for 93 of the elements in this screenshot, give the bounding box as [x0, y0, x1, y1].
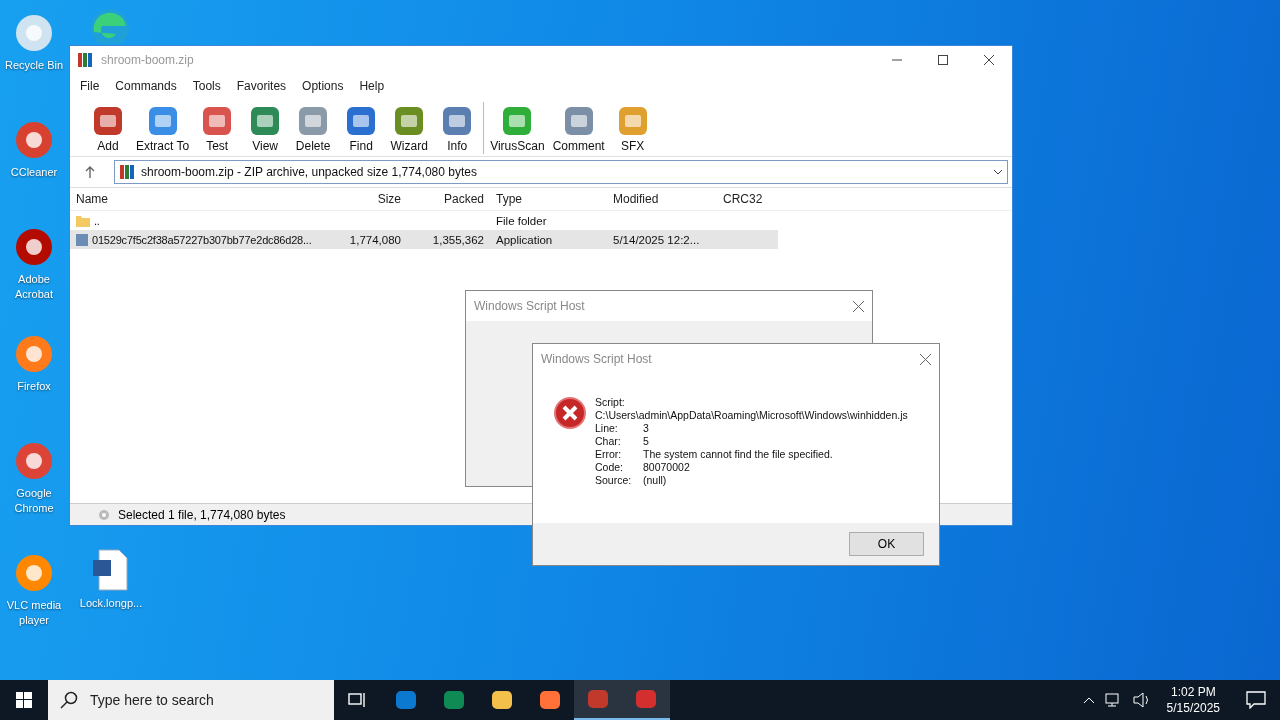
menu-item[interactable]: Help [351, 79, 393, 93]
app-icon [538, 688, 562, 712]
up-arrow-icon[interactable] [85, 166, 95, 178]
icon-label: Recycle Bin [4, 58, 64, 73]
icon-label: Adobe Acrobat [14, 272, 54, 302]
error-icon [553, 396, 587, 430]
icon-label: VLC media player [5, 598, 63, 628]
status-text: Selected 1 file, 1,774,080 bytes [118, 507, 286, 522]
table-cell-text: 1,355,362 [431, 233, 485, 246]
field-value: (null) [643, 474, 668, 487]
field-value: C:\Users\admin\AppData\Roaming\Microsoft\Windows\winhidden.js [595, 409, 908, 422]
file-row[interactable]: .. File folder [70, 211, 778, 230]
search-input[interactable]: Type here to search [88, 691, 322, 709]
archive-icon [119, 164, 135, 180]
app-icon[interactable] [13, 12, 55, 54]
field-label: Error: [595, 448, 623, 461]
column-header[interactable]: Packed [407, 192, 490, 206]
address-field[interactable]: shroom-boom.zip - ZIP archive, unpacked size 1,774,080 bytes [114, 160, 1008, 184]
file-row[interactable]: 01529c7f5c2f38a57227b307bb77e2dc86d28... 1,774,080 1,355,362 Application 5/14/2025 12:2... [70, 230, 778, 249]
task-view-icon[interactable] [348, 691, 368, 709]
column-header[interactable]: Modified [607, 192, 717, 206]
icon-label: CCleaner [10, 165, 58, 180]
column-header[interactable]: CRC32 [717, 192, 817, 206]
column-header[interactable]: Size [327, 192, 407, 206]
start-icon[interactable] [16, 692, 32, 708]
dialog-title: Windows Script Host [541, 352, 652, 366]
toolbar-button[interactable]: View [241, 103, 290, 156]
field-value: The system cannot find the file specified. [643, 448, 834, 461]
field-value: 3 [643, 422, 650, 435]
search-icon [60, 691, 78, 709]
close-icon[interactable] [853, 300, 864, 312]
taskbar-app[interactable] [622, 680, 670, 720]
taskbar-app[interactable] [574, 680, 622, 720]
folder-icon [76, 214, 90, 227]
app-icon[interactable] [13, 552, 55, 594]
field-label: Script: [595, 396, 626, 409]
toolbar-button[interactable]: Comment [548, 103, 609, 156]
column-header[interactable]: Name [70, 192, 327, 206]
column-header[interactable]: Type [490, 192, 607, 206]
icon-label: Lock.longp... [79, 596, 143, 611]
toolbar-button[interactable]: VirusScan [486, 103, 549, 156]
menu-item[interactable]: File [72, 79, 108, 93]
table-cell-text: File folder [495, 214, 548, 227]
ok-button[interactable]: OK [849, 532, 924, 556]
app-icon [490, 688, 514, 712]
toolbar-button[interactable]: Add [84, 103, 132, 156]
dialog-title: Windows Script Host [474, 299, 585, 313]
menu-item[interactable]: Options [294, 79, 352, 93]
table-cell-text: Application [495, 233, 554, 246]
caret-icon[interactable] [1082, 696, 1095, 704]
toolbar-button[interactable]: SFX [608, 103, 657, 156]
toolbar-button[interactable]: Wizard [385, 103, 434, 156]
toolbar-button[interactable]: Extract To [132, 103, 194, 156]
window-title: shroom-boom.zip [101, 53, 194, 67]
toolbar-button[interactable]: Test [193, 103, 242, 156]
app-icon[interactable] [13, 226, 55, 268]
table-cell: .. [94, 214, 100, 227]
close-icon[interactable] [920, 353, 931, 365]
toolbar-button[interactable]: Info [433, 103, 482, 156]
file-icon [76, 233, 88, 246]
menu-item[interactable]: Commands [107, 79, 185, 93]
field-value: 80070002 [643, 461, 691, 474]
field-label: Line: [595, 422, 619, 435]
field-value: 5 [643, 435, 650, 448]
archive-icon [77, 52, 93, 68]
toolbar-button[interactable]: Find [337, 103, 386, 156]
volume-icon[interactable] [1132, 692, 1151, 708]
table-cell-text: 5/14/2025 12:2... [612, 233, 701, 246]
icon-label: Google Chrome [13, 486, 55, 516]
table-cell: 01529c7f5c2f38a57227b307bb77e2dc86d28... [92, 233, 312, 246]
app-icon [442, 688, 466, 712]
app-icon [586, 687, 610, 711]
field-label: Code: [595, 461, 625, 474]
app-icon[interactable] [13, 333, 55, 375]
field-label: Char: [595, 435, 622, 448]
menu-item[interactable]: Favorites [228, 79, 295, 93]
field-label: Source: [595, 474, 633, 487]
table-cell-text: 1,774,080 [348, 233, 402, 246]
app-icon[interactable] [13, 119, 55, 161]
maximize-icon[interactable] [938, 55, 948, 65]
clock[interactable]: 1:02 PM 5/15/2025 [1160, 684, 1226, 716]
close-icon[interactable] [984, 55, 994, 65]
icon-label: Firefox [17, 379, 51, 394]
app-icon [394, 688, 418, 712]
toolbar-button[interactable]: Delete [289, 103, 338, 156]
disk-icon [98, 508, 110, 521]
search-field[interactable]: Type here to search [48, 680, 334, 720]
menu-item[interactable]: Tools [184, 79, 229, 93]
dropdown-icon[interactable] [993, 169, 1003, 175]
notification-icon[interactable] [1246, 691, 1266, 709]
app-icon [634, 687, 658, 711]
document-icon[interactable] [91, 548, 131, 592]
app-icon[interactable] [13, 440, 55, 482]
